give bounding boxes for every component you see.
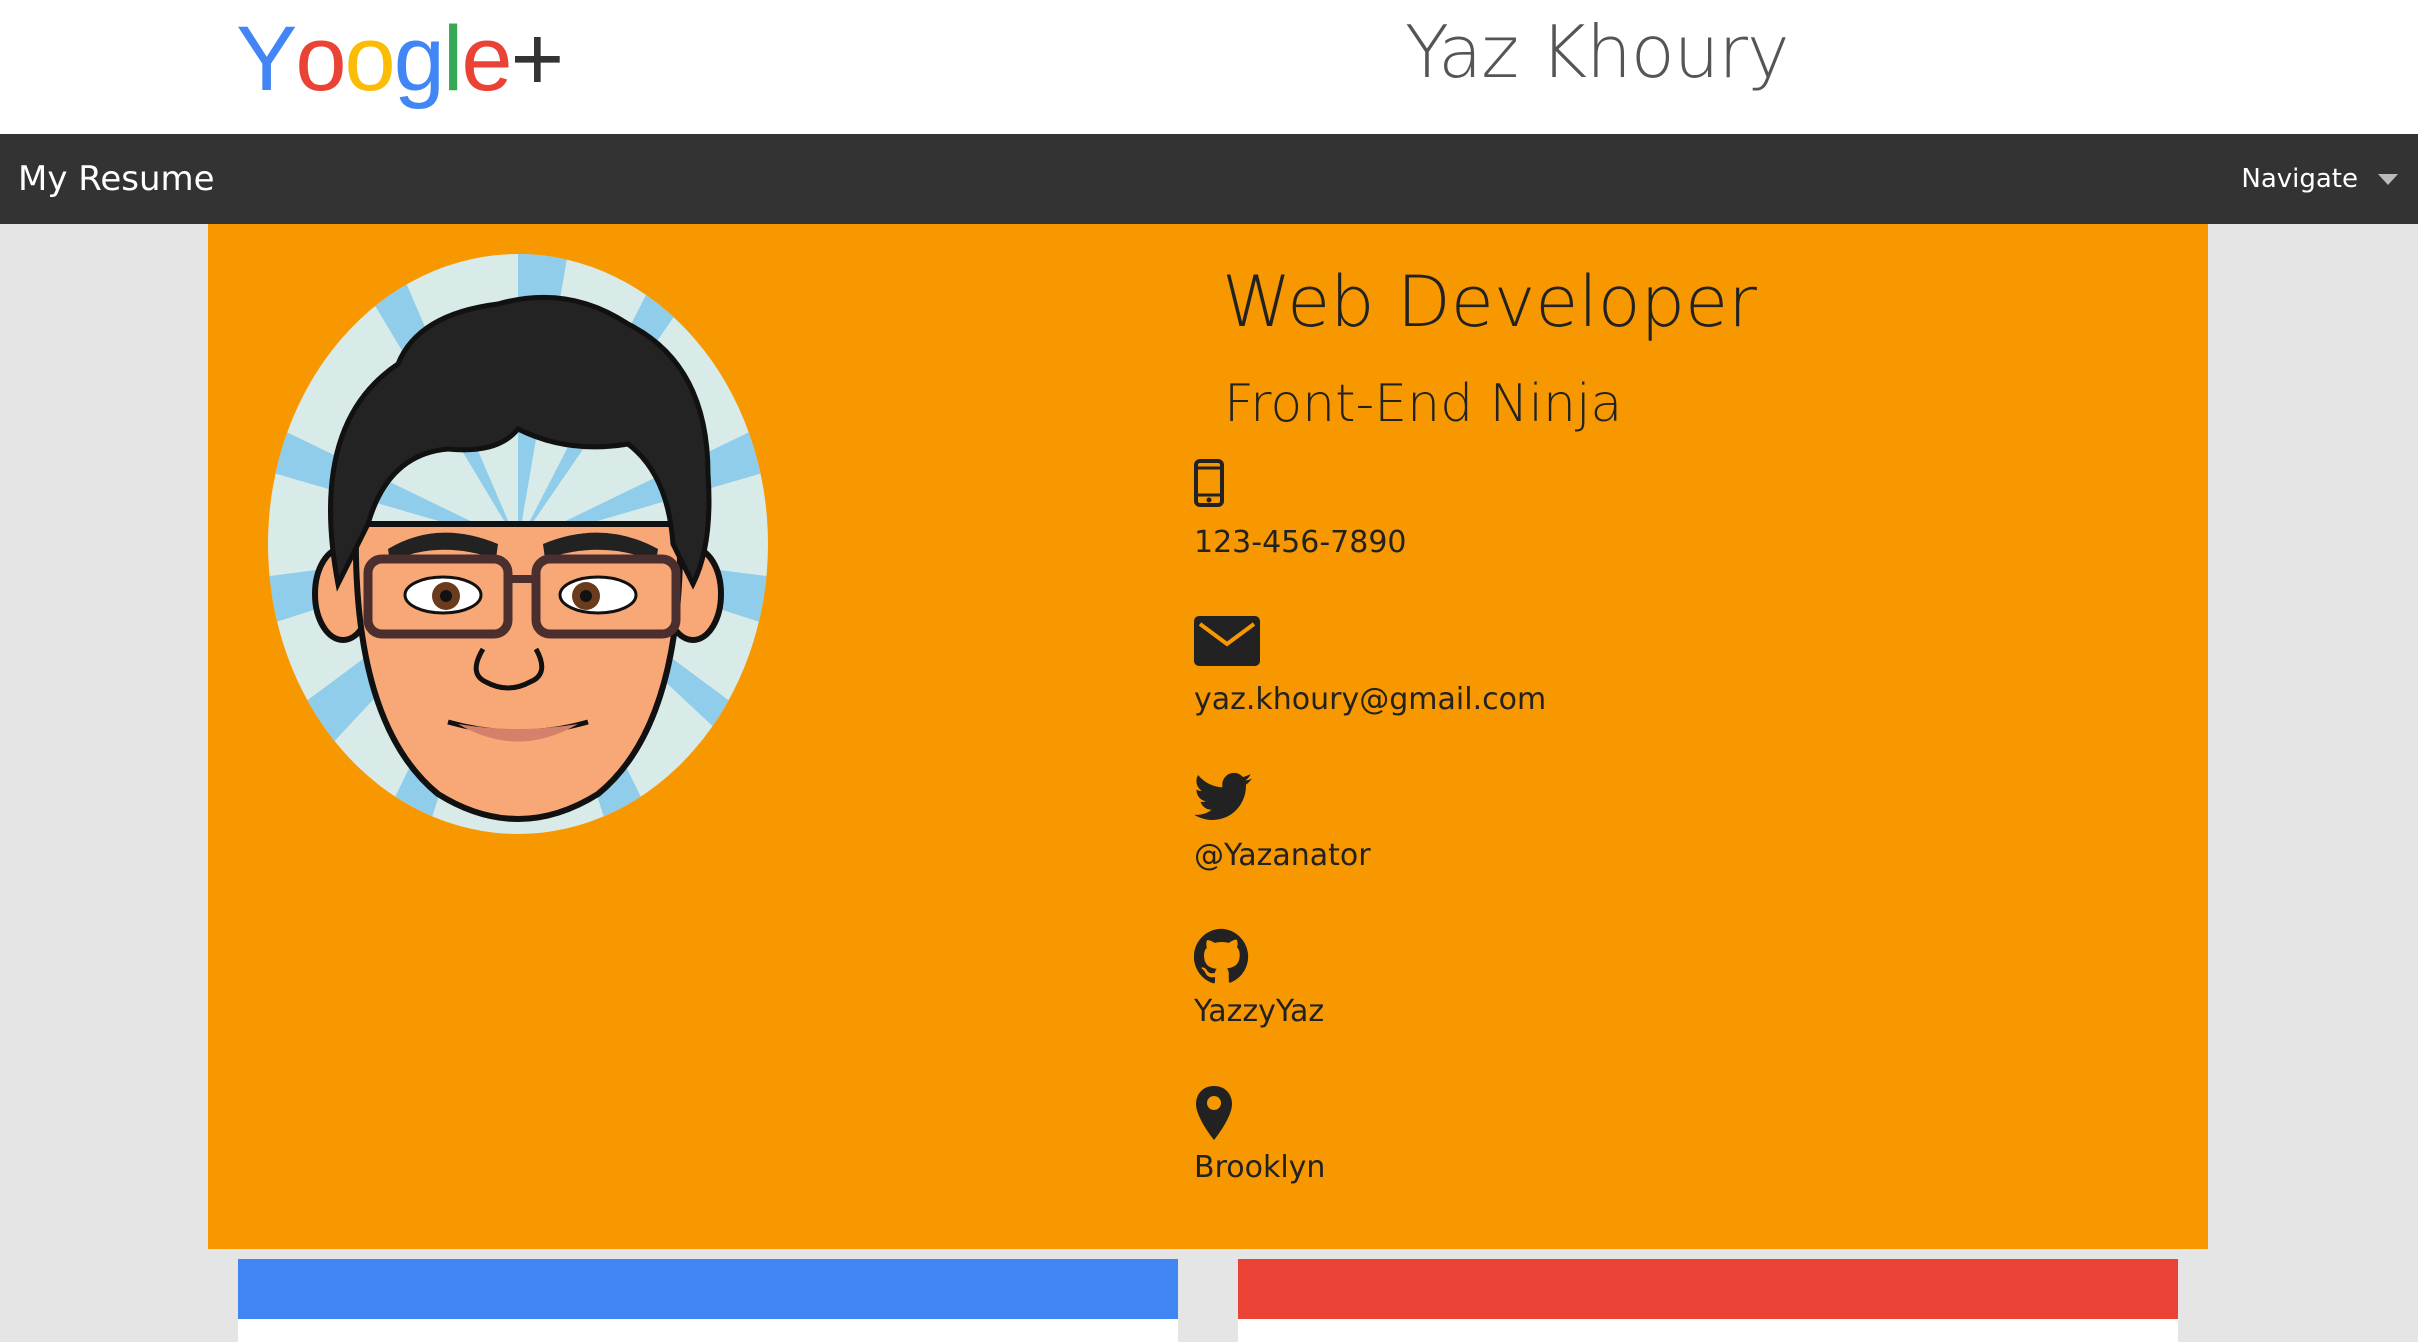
map-marker-icon [1194,1084,1894,1144]
job-subtitle: Front-End Ninja [1224,374,1623,434]
contact-twitter-value: @Yazanator [1194,838,1371,873]
profile-hero: Web Developer Front-End Ninja 123-456-78… [208,224,2208,1249]
contact-phone-value: 123-456-7890 [1194,525,1407,560]
twitter-icon [1194,772,1894,832]
contact-github[interactable]: YazzyYaz [1194,928,1894,1032]
logo-letter: o [344,8,396,110]
logo-letter: g [393,8,445,110]
navbar-brand-link[interactable]: My Resume [18,134,215,224]
logo-letter: + [510,8,565,110]
contact-github-value: YazzyYaz [1194,994,1325,1029]
envelope-icon [1194,616,1894,676]
logo-letter: l [442,8,464,110]
github-icon [1194,928,1894,988]
logo-letter: o [295,8,346,110]
site-header: Yoogle+ Yaz Khoury [0,0,2418,134]
navigate-dropdown-label: Navigate [2241,164,2358,194]
navbar: My Resume Navigate [0,134,2418,224]
logo-letter: Y [236,8,297,110]
card-header-stripe [238,1259,1178,1319]
navigate-dropdown[interactable]: Navigate [2241,134,2398,224]
avatar [268,254,768,834]
contact-location-value: Brooklyn [1194,1150,1326,1185]
job-title: Web Developer [1222,261,1757,343]
cartoon-avatar-icon [268,254,768,834]
contact-location: Brooklyn [1194,1084,1894,1188]
phone-icon [1194,459,1894,519]
logo-letter: e [461,8,512,110]
site-title: Yaz Khoury [1405,10,1790,94]
card-header-stripe [1238,1259,2178,1319]
section-card-red [1238,1259,2178,1342]
contact-twitter[interactable]: @Yazanator [1194,772,1894,876]
section-card-blue [238,1259,1178,1342]
contact-email-value: yaz.khoury@gmail.com [1194,682,1547,717]
contact-email[interactable]: yaz.khoury@gmail.com [1194,616,1894,720]
caret-down-icon [2378,173,2398,185]
yoogle-logo[interactable]: Yoogle+ [236,4,565,114]
contact-phone: 123-456-7890 [1194,459,1894,563]
